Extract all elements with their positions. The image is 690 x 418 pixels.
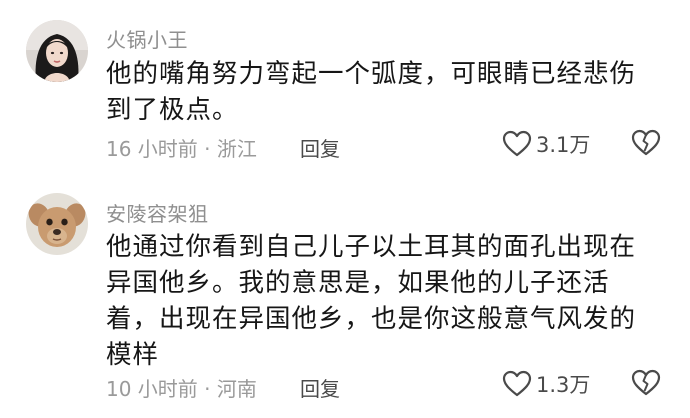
comment-text: 他的嘴角努力弯起一个弧度，可眼睛已经悲伤 到了极点。 [106,56,666,128]
comment-meta: 16 小时前 · 浙江 [106,133,257,162]
avatar-dog-photo [26,193,88,255]
reply-button[interactable]: 回复 [300,373,340,402]
dislike-button[interactable] [631,369,661,397]
dislike-button[interactable] [631,129,661,157]
comment-text-line: 他的嘴角努力弯起一个弧度，可眼睛已经悲伤 [106,59,637,89]
broken-heart-icon [631,129,661,156]
comment-text-line: 到了极点。 [106,95,239,125]
meta-separator: · [197,377,217,401]
avatar-girl-photo [26,20,88,82]
comment-text-line: 模样 [106,340,160,370]
reply-button[interactable]: 回复 [300,133,340,162]
like-button[interactable]: 1.3万 [502,369,590,399]
heart-outline-icon [502,370,532,397]
comment-location: 河南 [216,377,257,401]
like-button[interactable]: 3.1万 [502,129,590,159]
broken-heart-icon [631,369,661,396]
comment-text-line: 异国他乡。我的意思是，如果他的儿子还活 [106,268,610,298]
heart-outline-icon [502,130,532,157]
user-avatar[interactable] [26,193,88,255]
like-count: 1.3万 [536,373,591,397]
comment-text-line: 着，出现在异国他乡，也是你这般意气风发的 [106,304,637,334]
comment-time: 16 小时前 [106,137,198,161]
comment-time: 10 小时前 [106,377,198,401]
comment-location: 浙江 [216,137,257,161]
comment-text-line: 他通过你看到自己儿子以土耳其的面孔出现在 [106,232,637,262]
comment-meta: 10 小时前 · 河南 [106,373,257,402]
user-avatar[interactable] [26,20,88,82]
comment-text: 他通过你看到自己儿子以土耳其的面孔出现在 异国他乡。我的意思是，如果他的儿子还活… [106,229,666,373]
comment-list: 火锅小王 他的嘴角努力弯起一个弧度，可眼睛已经悲伤 到了极点。 16 小时前 ·… [0,0,690,418]
username[interactable]: 安陵容架狙 [106,198,209,227]
meta-separator: · [197,137,217,161]
like-count: 3.1万 [536,133,591,157]
username[interactable]: 火锅小王 [106,24,188,53]
